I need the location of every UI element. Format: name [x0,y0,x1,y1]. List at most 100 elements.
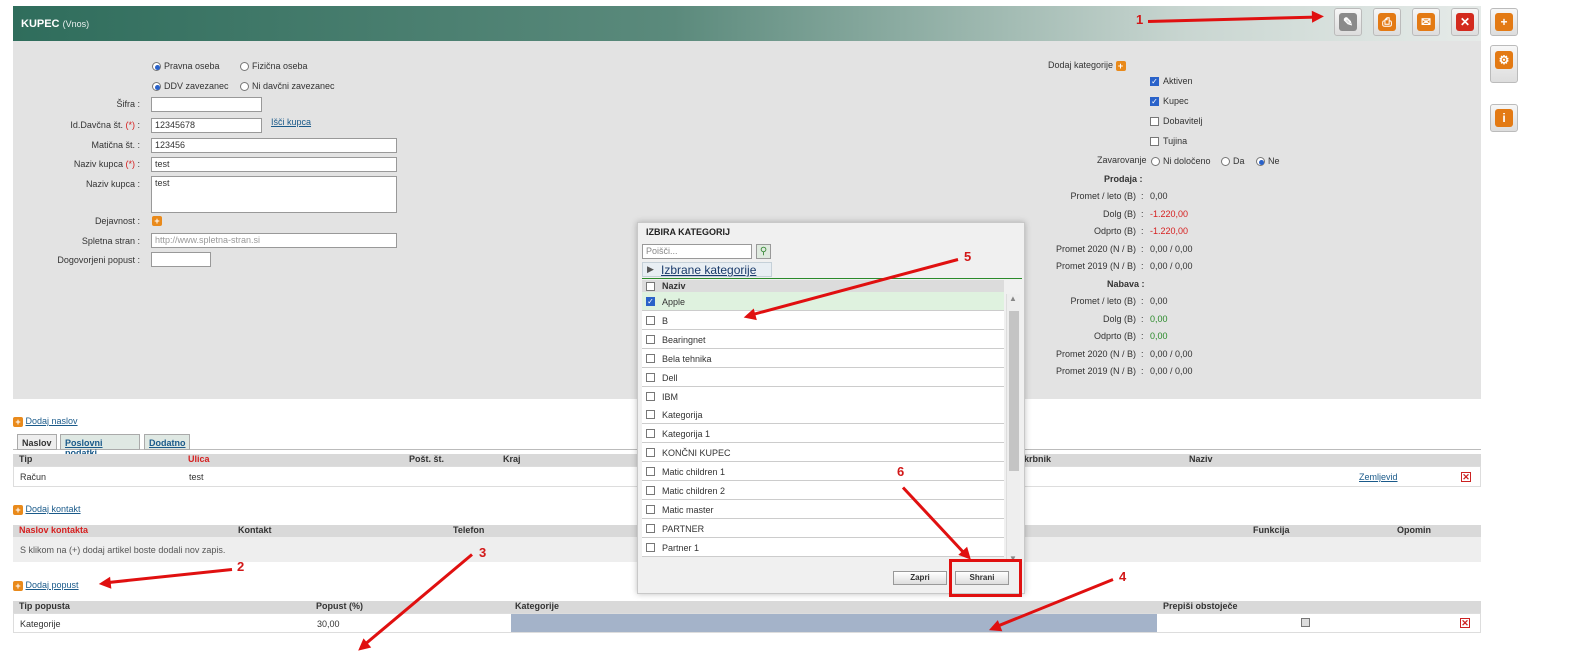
list-item[interactable]: Bearingnet [642,329,1004,349]
sifra-input[interactable] [151,97,262,112]
delete-icon[interactable]: ✕ [1461,472,1471,482]
category-name: Partner 1 [662,542,700,553]
list-item[interactable]: IBM [642,386,1004,406]
page-title: KUPEC (Vnos) [21,18,90,30]
stat-value: 0,00 [1150,296,1168,306]
davcna-label: Id.Davčna št. (*) : [70,120,140,130]
settings-button[interactable]: ⚙ [1490,45,1518,83]
prodaja-stat-row: Promet 2019 (N / B):0,00 / 0,00 [1055,261,1193,272]
checkbox-dobavitelj[interactable]: Dobavitelj [1150,116,1203,127]
category-checkbox[interactable] [646,372,655,382]
radio-ni-doloceno[interactable]: Ni določeno [1151,156,1211,167]
mail-button[interactable]: ✉ [1412,8,1440,36]
category-checkbox[interactable] [646,353,655,363]
category-checkbox[interactable] [646,542,655,552]
category-checkbox[interactable] [646,410,655,420]
delete-icon[interactable]: ✕ [1460,618,1470,628]
category-checkbox[interactable] [646,504,655,514]
stat-label: Promet / leto (B) [1070,191,1136,201]
category-name: Bela tehnika [662,353,712,364]
search-icon[interactable]: ⚲ [756,244,771,259]
tab-naslov[interactable]: Naslov [17,434,57,450]
annotation-3: 3 [479,545,487,560]
delete-button[interactable]: ✕ [1451,8,1479,36]
dodaj-popust[interactable]: + Dodaj popust [13,580,79,591]
category-checkbox[interactable] [646,334,655,344]
list-item[interactable]: KONČNI KUPEC [642,443,1004,463]
tab-poslovni[interactable]: Poslovni podatki [60,434,140,458]
radio-ddv[interactable]: DDV zavezanec [152,81,229,92]
stat-label: Odprto (B) [1093,226,1136,237]
naziv-input[interactable]: test [151,157,397,172]
scrollbar-thumb[interactable] [1009,311,1019,471]
naziv2-textarea[interactable]: test [151,176,397,213]
radio-fizicna[interactable]: Fizična oseba [240,61,308,72]
table-row[interactable]: Kategorije 30,00 ✕ [13,613,1481,633]
spletna-input[interactable]: http://www.spletna-stran.si [151,233,397,248]
stat-label: Promet 2019 (N / B) [1055,366,1136,377]
selected-categories-toggle[interactable]: ▶ Izbrane kategorije [642,262,772,277]
category-name: KONČNI KUPEC [662,448,731,459]
edit-button[interactable]: ✎ [1334,8,1362,36]
zavarovanje-label: Zavarovanje [1097,155,1147,165]
category-name: Matic children 1 [662,467,726,478]
popust-table-header: Tip popusta Popust (%) Kategorije Prepiš… [13,601,1481,613]
nabava-stat-row: Promet / leto (B):0,00 [1070,296,1168,306]
info-icon: i [1495,109,1513,127]
list-item[interactable]: Matic children 2 [642,481,1004,500]
add-button[interactable]: + [1490,8,1518,36]
maticna-input[interactable]: 123456 [151,138,397,153]
print-button[interactable]: ⎙ [1373,8,1401,36]
category-checkbox[interactable] [646,467,655,477]
dodaj-naslov[interactable]: + Dodaj naslov [13,416,78,427]
stat-label: Odprto (B) [1093,331,1136,342]
radio-pravna[interactable]: Pravna oseba [152,61,220,72]
list-item[interactable]: Kategorija [642,405,1004,425]
close-dialog-button[interactable]: Zapri [893,571,947,585]
popust-input[interactable] [151,252,211,267]
category-checkbox[interactable]: ✓ [646,297,655,306]
prepisi-checkbox[interactable] [1301,618,1310,627]
dejavnost-label: Dejavnost : [94,216,140,226]
checkbox-tujina[interactable]: Tujina [1150,136,1187,147]
select-all-checkbox[interactable] [646,282,655,291]
search-input[interactable]: Poišči... [642,244,752,259]
dodaj-kontakt[interactable]: + Dodaj kontakt [13,504,81,515]
tab-dodatno[interactable]: Dodatno [144,434,190,450]
category-checkbox[interactable] [646,523,655,533]
category-checkbox[interactable] [646,315,655,325]
scrollbar[interactable]: ▲ ▼ [1006,294,1020,563]
category-checkbox[interactable] [646,486,655,495]
dodaj-kategorije[interactable]: Dodaj kategorije + [1048,60,1126,71]
triangle-right-icon: ▶ [647,264,654,274]
stat-value: 0,00 / 0,00 [1150,261,1193,272]
davcna-input[interactable]: 12345678 [151,118,262,133]
list-item[interactable]: Bela tehnika [642,348,1004,368]
category-name: IBM [662,391,679,402]
category-checkbox[interactable] [646,391,655,401]
list-item[interactable]: Kategorija 1 [642,424,1004,444]
isci-kupca-link[interactable]: Išči kupca [271,117,311,127]
plus-icon: + [13,416,23,427]
annotation-1: 1 [1136,12,1144,27]
nabava-heading: Nabava : [1107,279,1145,289]
zemljevid-link[interactable]: Zemljevid [1359,472,1398,482]
radio-ne[interactable]: Ne [1256,156,1280,167]
kategorije-field[interactable] [511,614,1157,632]
radio-ni-davcni[interactable]: Ni davčni zavezanec [240,81,335,92]
stat-value: -1.220,00 [1150,226,1189,237]
plus-icon: + [1495,13,1513,31]
plus-icon: + [152,215,162,226]
category-checkbox[interactable] [646,448,655,458]
checkbox-kupec[interactable]: ✓ Kupec [1150,96,1189,107]
add-dejavnost-button[interactable]: + [152,215,162,226]
checkbox-aktiven[interactable]: ✓ Aktiven [1150,76,1193,87]
list-item[interactable]: Matic master [642,499,1004,519]
radio-da[interactable]: Da [1221,156,1245,167]
list-item[interactable]: Dell [642,367,1004,387]
pencil-icon: ✎ [1339,13,1357,31]
category-checkbox[interactable] [646,429,655,439]
info-button[interactable]: i [1490,104,1518,132]
list-item[interactable]: Matic children 1 [642,462,1004,482]
list-item[interactable]: B [642,310,1004,330]
